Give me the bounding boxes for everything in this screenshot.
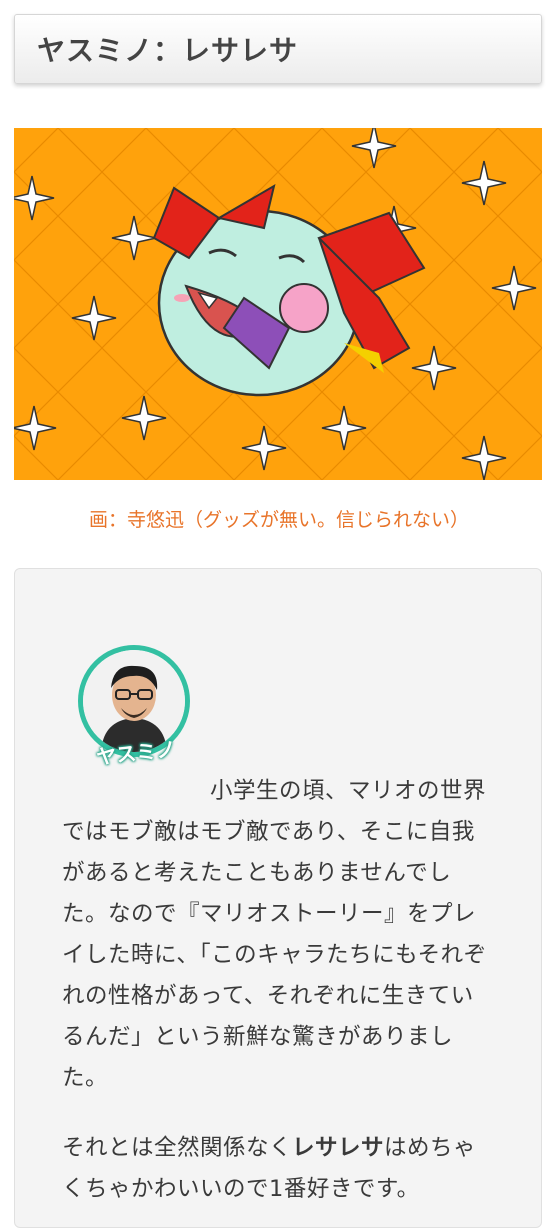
paragraph-2-pre: それとは全然関係なく	[62, 1134, 293, 1161]
illustration-caption: 画：寺悠迅（グッズが無い。信じられない）	[88, 509, 469, 531]
character-illustration	[14, 128, 542, 480]
page-title: ヤスミノ：レサレサ	[37, 34, 299, 67]
title-box: ヤスミノ：レサレサ	[14, 14, 542, 84]
character-name-bold: レサレサ	[292, 1134, 385, 1161]
comment-paragraph-2: それとは全然関係なくレサレサはめちゃくちゃかわいいので1番好きです。	[62, 1128, 492, 1210]
comment-paragraph-1: 小学生の頃、マリオの世界ではモブ敵はモブ敵であり、そこに自我があると考えたことも…	[62, 777, 487, 1091]
illustration-svg	[14, 128, 542, 480]
